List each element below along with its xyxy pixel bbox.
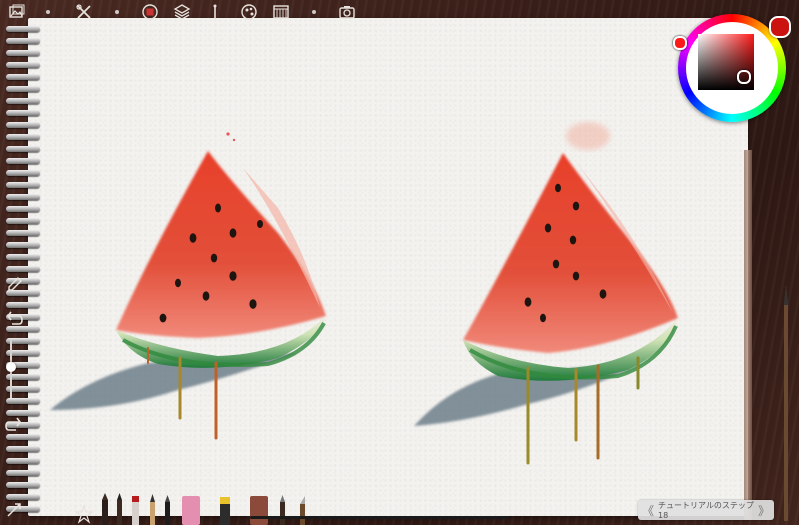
calligraphy-pen-icon[interactable]: [300, 496, 305, 525]
favorites-icon[interactable]: [74, 504, 94, 524]
highlighter-icon[interactable]: [220, 497, 230, 525]
tutorial-prev-button[interactable]: 《: [638, 502, 658, 519]
paintbrush-icon: [784, 285, 788, 521]
layer-record-icon[interactable]: [141, 3, 159, 21]
tutorial-step-label: チュートリアルのステップ 18: [658, 501, 754, 520]
airbrush-icon[interactable]: [280, 495, 285, 525]
eraser-icon[interactable]: [182, 496, 200, 525]
paper-stack-edge: [744, 150, 752, 520]
color-adjust-icon[interactable]: [240, 3, 258, 21]
canvas-scroll-indicator[interactable]: [250, 516, 510, 519]
fine-brush-icon[interactable]: [117, 493, 122, 525]
ink-pen-icon[interactable]: [165, 495, 170, 525]
tutorial-step-bar: 《 チュートリアルのステップ 18 》: [638, 500, 774, 520]
toolbar-separator-dot: [312, 10, 316, 14]
canvas-icon[interactable]: [272, 3, 290, 21]
spiral-binding: [6, 26, 42, 516]
brush-tray: [74, 493, 305, 525]
brush-size-icon[interactable]: [206, 3, 224, 21]
smudge-icon[interactable]: [250, 496, 268, 525]
expand-icon[interactable]: [4, 500, 24, 520]
toolbar-separator-dot: [115, 10, 119, 14]
undo-icon[interactable]: [4, 308, 24, 328]
gallery-icon[interactable]: [8, 3, 26, 21]
pencil-icon[interactable]: [150, 494, 155, 525]
artwork: [50, 122, 678, 465]
tools-icon[interactable]: [75, 3, 93, 21]
redo-icon[interactable]: [4, 414, 24, 434]
drawing-canvas[interactable]: [28, 18, 748, 516]
color-picker-marker[interactable]: [737, 70, 751, 84]
tutorial-next-button[interactable]: 》: [754, 502, 774, 519]
hue-marker[interactable]: [673, 36, 687, 50]
watercolor-brush-icon[interactable]: [102, 493, 108, 525]
marker-icon[interactable]: [132, 496, 139, 525]
eyedropper-icon[interactable]: [4, 275, 24, 295]
slider-knob[interactable]: [6, 362, 16, 372]
camera-icon[interactable]: [338, 3, 356, 21]
toolbar-separator-dot: [46, 10, 50, 14]
layers-icon[interactable]: [173, 3, 191, 21]
top-toolbar: [0, 0, 799, 24]
current-color-swatch[interactable]: [769, 16, 791, 38]
